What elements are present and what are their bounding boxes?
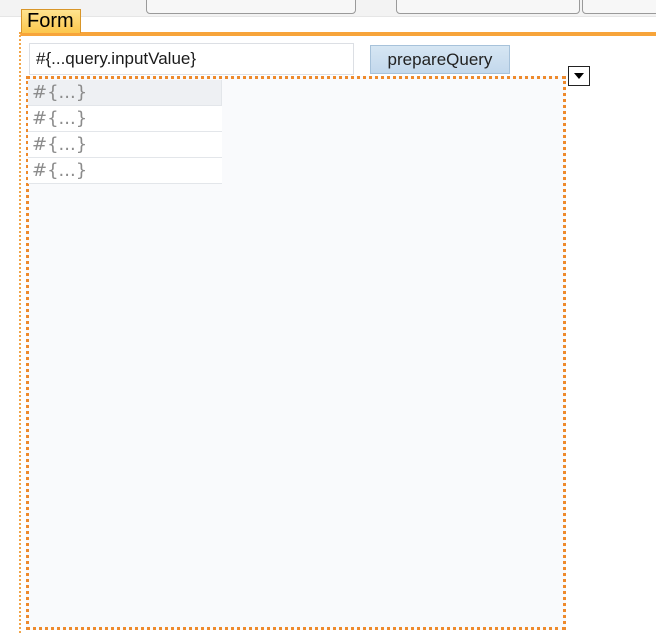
form-tab-label: Form [27, 10, 74, 32]
data-table-rows: #{...} #{...} #{...} #{...} [28, 80, 222, 184]
table-row[interactable]: #{...} [28, 132, 222, 158]
table-row[interactable]: #{...} [28, 106, 222, 132]
prepare-query-button[interactable]: prepareQuery [370, 45, 510, 74]
toolbar-control-2[interactable] [396, 0, 580, 14]
top-toolbar [0, 0, 656, 17]
toolbar-control-3[interactable] [582, 0, 656, 14]
table-row[interactable]: #{...} [28, 80, 222, 106]
designer-canvas: Form #{...query.inputValue} prepareQuery… [0, 0, 656, 634]
table-row[interactable]: #{...} [28, 158, 222, 184]
dropdown-toggle-button[interactable] [568, 66, 590, 86]
query-input-field[interactable]: #{...query.inputValue} [29, 43, 354, 75]
form-tab[interactable]: Form [21, 9, 81, 33]
toolbar-control-1[interactable] [146, 0, 356, 14]
chevron-down-icon [574, 73, 584, 79]
